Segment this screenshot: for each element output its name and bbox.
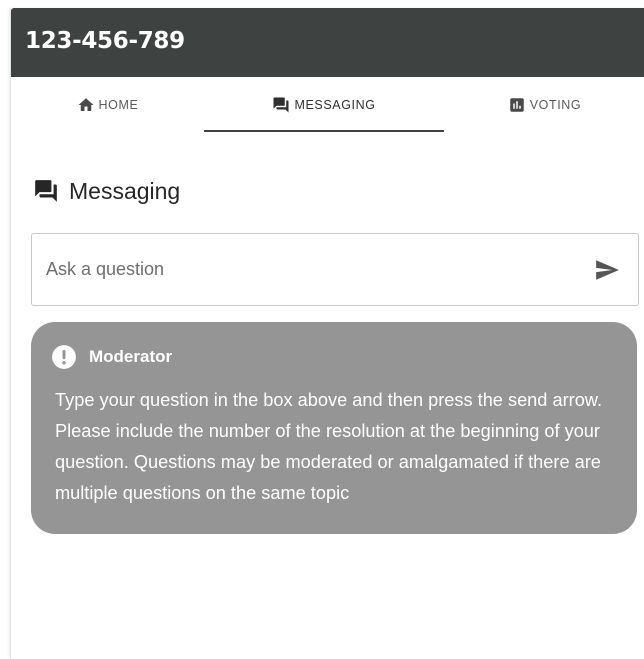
moderator-message-text: Type your question in the box above and … (55, 390, 602, 503)
home-icon (77, 96, 95, 114)
tab-bar: HOME MESSAGING VOTING (11, 77, 644, 133)
moderator-message-card: Moderator Type your question in the box … (31, 322, 637, 534)
meeting-id-title: 123-456-789 (25, 28, 185, 54)
moderator-name: Moderator (89, 347, 173, 366)
active-tab-indicator (204, 130, 444, 132)
app-frame: 123-456-789 HOME MESSAGING VOTING Messag… (10, 8, 644, 659)
app-header: 123-456-789 (11, 8, 644, 77)
question-composer (31, 233, 639, 306)
chat-icon (272, 96, 290, 114)
bar-chart-icon (508, 96, 526, 114)
tab-voting[interactable]: VOTING (444, 77, 644, 133)
tab-home-label: HOME (98, 98, 139, 112)
tab-home[interactable]: HOME (11, 77, 204, 133)
tab-voting-label: VOTING (529, 98, 582, 112)
chat-icon (33, 178, 59, 204)
tab-messaging-label: MESSAGING (294, 98, 376, 112)
question-input[interactable] (46, 254, 566, 284)
page-title: Messaging (69, 178, 181, 204)
section-heading: Messaging (33, 176, 180, 206)
send-icon (596, 260, 619, 280)
moderator-header: Moderator (51, 344, 172, 370)
send-button[interactable] (593, 257, 621, 283)
tab-messaging[interactable]: MESSAGING (204, 77, 444, 133)
exclamation-icon (51, 344, 77, 370)
